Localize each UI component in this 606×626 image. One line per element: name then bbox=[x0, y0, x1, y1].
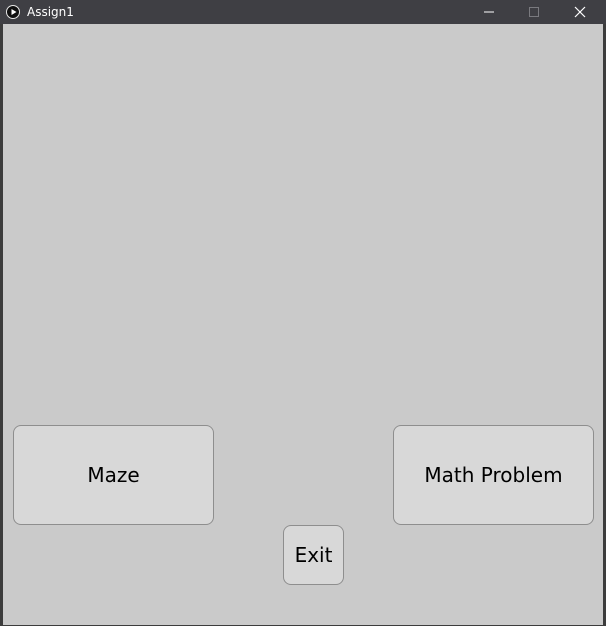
minimize-icon bbox=[484, 11, 494, 13]
app-icon bbox=[6, 5, 20, 19]
window-title: Assign1 bbox=[27, 5, 74, 19]
exit-button[interactable]: Exit bbox=[283, 525, 344, 585]
minimize-button[interactable] bbox=[467, 0, 511, 24]
app-window: Assign1 Maze Math Problem Exit bbox=[0, 0, 606, 626]
math-problem-button[interactable]: Math Problem bbox=[393, 425, 594, 525]
maximize-button[interactable] bbox=[512, 0, 556, 24]
maximize-icon bbox=[529, 7, 539, 17]
client-area: Maze Math Problem Exit bbox=[3, 24, 603, 625]
close-icon bbox=[574, 6, 586, 18]
title-bar[interactable]: Assign1 bbox=[0, 0, 606, 24]
maze-button[interactable]: Maze bbox=[13, 425, 214, 525]
close-button[interactable] bbox=[558, 0, 602, 24]
